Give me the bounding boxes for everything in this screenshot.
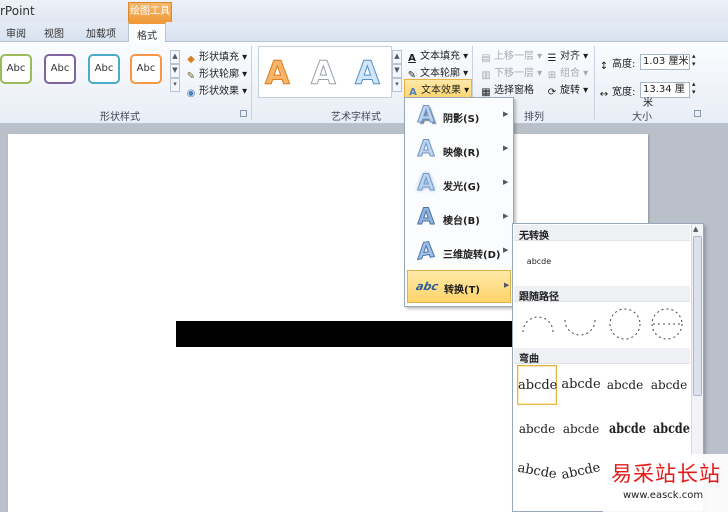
wordart-gallery-down-icon[interactable]: ▼ bbox=[392, 64, 402, 78]
warp-option-triangle[interactable]: abcde bbox=[605, 365, 645, 405]
group-divider bbox=[594, 46, 595, 120]
height-input[interactable]: 1.03 厘米 bbox=[640, 54, 690, 70]
menu-item-3d-rotation[interactable]: A 三维旋转(D) ▶ bbox=[407, 236, 511, 269]
app-title: rPoint bbox=[0, 4, 35, 18]
watermark: 易采站长站 www.easck.com bbox=[603, 454, 728, 512]
shape-style-swatch-green[interactable]: Abc bbox=[0, 54, 32, 84]
gallery-up-icon[interactable]: ▲ bbox=[170, 50, 180, 64]
height-spinner-icon[interactable]: ▴ ▾ bbox=[692, 52, 696, 68]
selected-text-box[interactable] bbox=[176, 321, 512, 347]
shape-outline-button[interactable]: ✎ 形状轮廓 ▾ bbox=[185, 65, 247, 83]
height-label: ↕ 高度: bbox=[599, 59, 636, 72]
shadow-effect-icon: A bbox=[417, 103, 435, 129]
size-launcher-icon[interactable] bbox=[694, 110, 701, 117]
width-input[interactable]: 13.34 厘米 bbox=[640, 82, 690, 109]
tab-format[interactable]: 格式 bbox=[128, 22, 166, 43]
reflection-effect-icon: A bbox=[417, 137, 435, 163]
shape-styles-group-label: 形状样式 bbox=[100, 112, 140, 123]
warp-option-inflate[interactable]: abcde bbox=[609, 409, 646, 449]
group-divider bbox=[251, 46, 252, 120]
wordart-gallery[interactable]: A A A bbox=[258, 46, 392, 98]
warp-option-plain[interactable]: abcde bbox=[517, 365, 557, 405]
wordart-sample-white[interactable]: A bbox=[311, 53, 337, 93]
scrollbar-thumb[interactable] bbox=[693, 236, 702, 396]
arrange-group-label: 排列 bbox=[524, 112, 544, 123]
shape-fill-button[interactable]: ◆ 形状填充 ▾ bbox=[185, 48, 247, 66]
submenu-arrow-icon: ▶ bbox=[503, 212, 509, 220]
tab-addins[interactable]: 加载项 bbox=[86, 25, 116, 40]
warp-option-stop[interactable]: abcde bbox=[561, 365, 601, 405]
menu-item-transform[interactable]: abc 转换(T) ▶ bbox=[407, 270, 511, 303]
scroll-up-icon[interactable]: ▲ bbox=[693, 225, 698, 233]
shape-effects-button[interactable]: ◉ 形状效果 ▾ bbox=[185, 82, 248, 100]
warp-option-chevron[interactable]: abcde bbox=[649, 365, 689, 405]
no-transform-option[interactable]: abcde bbox=[517, 242, 561, 282]
text-fill-button[interactable]: A 文本填充 ▾ bbox=[406, 47, 468, 65]
button-path-icon[interactable] bbox=[651, 308, 683, 340]
warp-option-wave-2[interactable]: abcde bbox=[557, 448, 604, 495]
effects-icon: ◉ bbox=[186, 88, 196, 99]
submenu-arrow-icon: ▶ bbox=[503, 144, 509, 152]
warp-option-circle[interactable]: abcde bbox=[561, 409, 601, 449]
transform-effect-icon: abc bbox=[414, 280, 440, 293]
shape-style-swatch-aqua[interactable]: Abc bbox=[88, 54, 120, 84]
warp-option-deflate[interactable]: abcde bbox=[653, 409, 690, 449]
gallery-down-icon[interactable]: ▼ bbox=[170, 64, 180, 78]
glow-effect-icon: A bbox=[417, 171, 435, 197]
rotate-icon: ⟳ bbox=[547, 87, 557, 98]
submenu-arrow-icon: ▶ bbox=[503, 110, 509, 118]
warp-option-wave-1[interactable]: abcde bbox=[514, 449, 560, 495]
gallery-more-icon[interactable]: ▾ bbox=[170, 78, 180, 92]
wordart-gallery-up-icon[interactable]: ▲ bbox=[392, 50, 402, 64]
height-icon: ↕ bbox=[599, 61, 609, 72]
title-bar: rPoint 绘图工具 bbox=[0, 0, 728, 22]
shape-styles-launcher-icon[interactable] bbox=[240, 110, 247, 117]
bring-forward-button[interactable]: ▤ 上移一层 ▾ bbox=[480, 47, 542, 65]
submenu-arrow-icon: ▶ bbox=[503, 246, 509, 254]
wordart-sample-blue[interactable]: A bbox=[355, 53, 381, 93]
drawing-tools-context-label: 绘图工具 bbox=[128, 2, 172, 22]
menu-item-glow[interactable]: A 发光(G) ▶ bbox=[407, 168, 511, 201]
tab-view[interactable]: 视图 bbox=[44, 25, 64, 40]
menu-item-bevel[interactable]: A 棱台(B) ▶ bbox=[407, 202, 511, 235]
send-backward-button[interactable]: ▥ 下移一层 ▾ bbox=[480, 64, 542, 82]
shape-style-swatch-orange[interactable]: Abc bbox=[130, 54, 162, 84]
warp-option-ring[interactable]: abcde bbox=[517, 409, 557, 449]
menu-item-shadow[interactable]: A 阴影(S) ▶ bbox=[407, 100, 511, 133]
width-icon: ↔ bbox=[599, 89, 609, 100]
watermark-url: www.easck.com bbox=[623, 490, 704, 501]
shape-style-swatch-purple[interactable]: Abc bbox=[44, 54, 76, 84]
submenu-arrow-icon: ▶ bbox=[504, 281, 510, 289]
watermark-text: 易采站长站 bbox=[611, 462, 721, 486]
rotate-button[interactable]: ⟳ 旋转 ▾ bbox=[546, 81, 588, 99]
warp-header: 弯曲 bbox=[514, 348, 690, 365]
submenu-arrow-icon: ▶ bbox=[503, 178, 509, 186]
no-transform-header: 无转换 bbox=[514, 225, 690, 242]
arch-up-path-icon[interactable] bbox=[522, 316, 554, 333]
follow-path-header: 跟随路径 bbox=[514, 286, 690, 303]
3d-rotation-effect-icon: A bbox=[417, 237, 435, 266]
arch-down-path-icon[interactable] bbox=[564, 319, 596, 336]
ribbon: Abc Abc Abc Abc ▲ ▼ ▾ ◆ 形状填充 ▾ ✎ 形状轮廓 ▾ ◉ 形… bbox=[0, 42, 728, 124]
group-button[interactable]: ⊞ 组合 ▾ bbox=[546, 64, 588, 82]
wordart-sample-orange[interactable]: A bbox=[265, 53, 291, 93]
bevel-effect-icon: A bbox=[417, 205, 435, 231]
text-effects-menu: A 阴影(S) ▶ A 映像(R) ▶ A 发光(G) ▶ A 棱台(B) ▶ … bbox=[404, 97, 514, 307]
follow-path-options[interactable] bbox=[515, 302, 691, 346]
width-label: ↔ 宽度: bbox=[599, 87, 636, 100]
width-spinner-icon[interactable]: ▴ ▾ bbox=[692, 80, 696, 96]
wordart-gallery-more-icon[interactable]: ▾ bbox=[392, 78, 402, 92]
menu-item-reflection[interactable]: A 映像(R) ▶ bbox=[407, 134, 511, 167]
tab-review[interactable]: 审阅 bbox=[6, 25, 26, 40]
circle-path-icon[interactable] bbox=[609, 308, 641, 340]
align-button[interactable]: ☰ 对齐 ▾ bbox=[546, 47, 589, 65]
ribbon-tabs: 审阅 视图 加载项 格式 bbox=[0, 22, 728, 43]
size-group-label: 大小 bbox=[632, 112, 652, 123]
